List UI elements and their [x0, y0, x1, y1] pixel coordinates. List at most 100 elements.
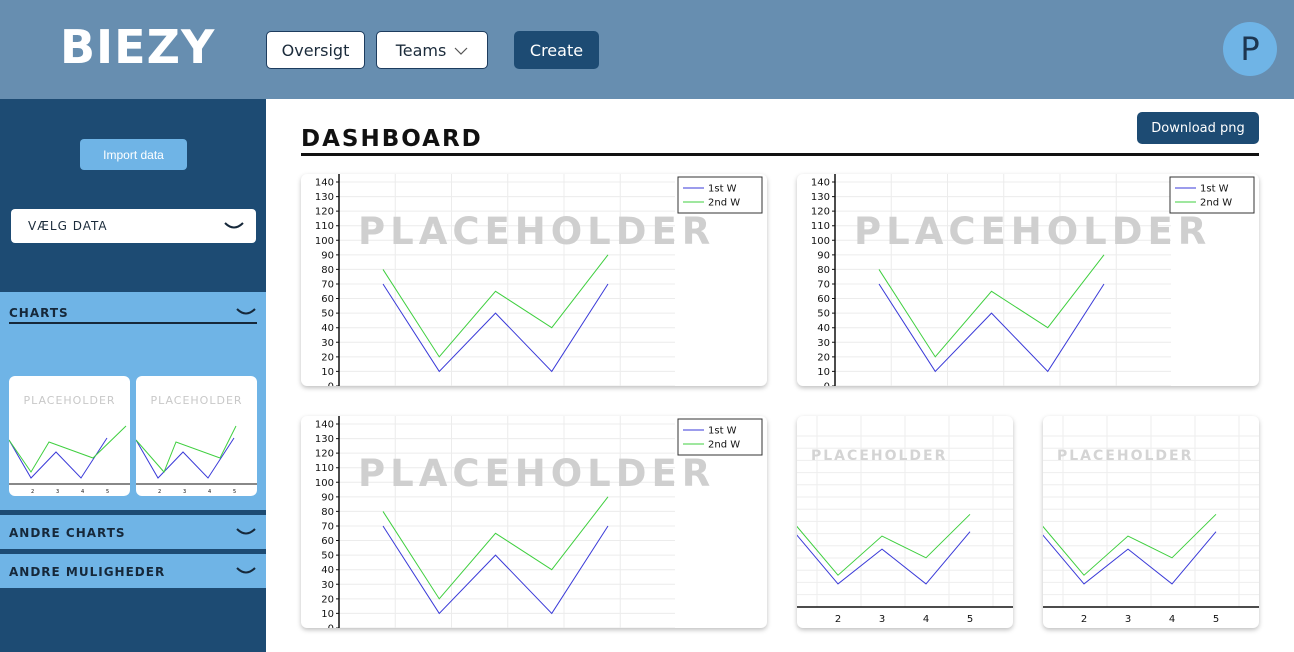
placeholder-watermark: PLACEHOLDER	[854, 210, 1211, 253]
x-tick-label: 2	[835, 614, 841, 625]
y-tick-label: 90	[321, 250, 334, 261]
y-tick-label: 90	[817, 250, 830, 261]
x-tick-label: 3	[879, 614, 885, 625]
svg-text:3: 3	[56, 489, 59, 495]
svg-text:4: 4	[208, 489, 211, 495]
nav-oversigt-label: Oversigt	[281, 40, 350, 60]
download-png-button[interactable]: Download png	[1137, 112, 1259, 144]
y-tick-label: 140	[315, 420, 334, 431]
download-png-label: Download png	[1151, 120, 1245, 136]
y-tick-label: 40	[817, 323, 830, 334]
y-tick-label: 20	[321, 594, 334, 605]
svg-text:2: 2	[31, 489, 34, 495]
chevron-down-icon	[236, 528, 256, 535]
line-chart: PLACEHOLDER 2 3 4 5	[797, 416, 1013, 625]
y-tick-label: 50	[321, 309, 334, 320]
y-tick-label: 70	[817, 279, 830, 290]
y-tick-label: 0	[824, 381, 830, 386]
y-tick-label: 0	[328, 381, 334, 386]
y-tick-label: 80	[321, 507, 334, 518]
charts-section-divider	[9, 322, 257, 324]
legend-label: 2nd W	[708, 198, 740, 209]
svg-text:2: 2	[158, 489, 161, 495]
chevron-down-icon	[224, 222, 244, 229]
y-tick-label: 90	[321, 492, 334, 503]
create-button[interactable]: Create	[514, 31, 599, 69]
chevron-down-icon	[454, 47, 468, 55]
nav-teams-label: Teams	[395, 40, 447, 60]
andre-charts-section[interactable]: ANDRE CHARTS	[0, 515, 266, 549]
chart-thumbnail[interactable]: PLACEHOLDER 2 3 4 5	[136, 376, 257, 496]
y-tick-label: 120	[315, 449, 334, 460]
chart-card[interactable]: PLACEHOLDER 0 10 20 30 40 50 60 70 80 90 100 110 120 1…	[797, 174, 1259, 386]
import-data-label: Import data	[103, 147, 164, 162]
y-tick-label: 80	[817, 265, 830, 276]
andre-charts-title: ANDRE CHARTS	[9, 526, 126, 540]
svg-text:5: 5	[233, 489, 236, 495]
nav-oversigt-button[interactable]: Oversigt	[266, 31, 365, 69]
y-tick-label: 110	[315, 463, 334, 474]
avatar[interactable]: P	[1223, 22, 1277, 76]
y-tick-label: 130	[315, 192, 334, 203]
y-tick-label: 70	[321, 521, 334, 532]
y-tick-label: 20	[817, 352, 830, 363]
x-tick-label: 4	[1169, 614, 1175, 625]
chart-card[interactable]: PLACEHOLDER 0 10 20 30 40 50 60 70 80 90 100 110 120 1…	[301, 174, 767, 386]
svg-text:5: 5	[106, 489, 109, 495]
import-data-button[interactable]: Import data	[80, 139, 187, 170]
y-tick-label: 60	[817, 294, 830, 305]
y-tick-label: 140	[315, 178, 334, 189]
y-tick-label: 30	[321, 580, 334, 591]
series-line	[382, 496, 609, 600]
charts-section: CHARTS PLACEHOLDER 2 3 4 5 PLACEHOLDER 2	[0, 292, 266, 510]
nav-teams-dropdown[interactable]: Teams	[376, 31, 488, 69]
legend-label: 2nd W	[708, 440, 740, 451]
thumbnail-placeholder-label: PLACEHOLDER	[23, 394, 116, 407]
y-tick-label: 120	[315, 207, 334, 218]
y-tick-label: 100	[315, 236, 334, 247]
y-tick-label: 10	[817, 367, 830, 378]
series-line	[878, 254, 1105, 358]
legend-label: 2nd W	[1200, 198, 1232, 209]
y-tick-label: 10	[321, 609, 334, 620]
y-tick-label: 100	[315, 478, 334, 489]
y-tick-label: 120	[811, 207, 830, 218]
chart-card[interactable]: PLACEHOLDER 2 3 4 5	[1043, 416, 1259, 628]
chart-thumbnail[interactable]: PLACEHOLDER 2 3 4 5	[9, 376, 130, 496]
thumbnail-placeholder-label: PLACEHOLDER	[150, 394, 243, 407]
svg-text:3: 3	[183, 489, 186, 495]
y-tick-label: 40	[321, 323, 334, 334]
y-tick-label: 50	[321, 551, 334, 562]
y-tick-label: 0	[328, 623, 334, 628]
legend-label: 1st W	[708, 184, 737, 195]
chevron-down-icon	[236, 567, 256, 574]
y-tick-label: 130	[811, 192, 830, 203]
data-select-value: VÆLG DATA	[28, 219, 108, 233]
placeholder-watermark: PLACEHOLDER	[811, 448, 947, 464]
charts-section-title[interactable]: CHARTS	[9, 306, 69, 320]
y-tick-label: 130	[315, 434, 334, 445]
legend-label: 1st W	[1200, 184, 1229, 195]
legend-label: 1st W	[708, 426, 737, 437]
andre-muligheder-title: ANDRE MULIGHEDER	[9, 565, 166, 579]
chart-card[interactable]: PLACEHOLDER 0 10 20 30 40 50 60 70 80 90 100 110 120 1…	[301, 416, 767, 628]
page-title: DASHBOARD	[301, 126, 483, 152]
x-tick-label: 4	[923, 614, 929, 625]
chart-card[interactable]: PLACEHOLDER 2 3 4 5	[797, 416, 1013, 628]
andre-muligheder-section[interactable]: ANDRE MULIGHEDER	[0, 554, 266, 588]
y-tick-label: 50	[817, 309, 830, 320]
placeholder-watermark: PLACEHOLDER	[358, 452, 715, 495]
y-tick-label: 110	[811, 221, 830, 232]
series-line	[382, 254, 609, 358]
data-select[interactable]: VÆLG DATA	[11, 209, 256, 243]
y-tick-label: 100	[811, 236, 830, 247]
top-bar: BIEZY Oversigt Teams Create P	[0, 0, 1294, 99]
line-chart: PLACEHOLDER 0 10 20 30 40 50 60 70 80 90 100 110 120 1…	[315, 174, 763, 386]
x-tick-label: 5	[1213, 614, 1219, 625]
app-logo[interactable]: BIEZY	[60, 20, 215, 74]
line-chart: PLACEHOLDER 0 10 20 30 40 50 60 70 80 90 100 110 120 1…	[811, 174, 1255, 386]
chevron-down-icon[interactable]	[236, 307, 256, 317]
y-tick-label: 20	[321, 352, 334, 363]
line-chart: PLACEHOLDER 2 3 4 5	[1043, 416, 1259, 625]
y-tick-label: 60	[321, 294, 334, 305]
